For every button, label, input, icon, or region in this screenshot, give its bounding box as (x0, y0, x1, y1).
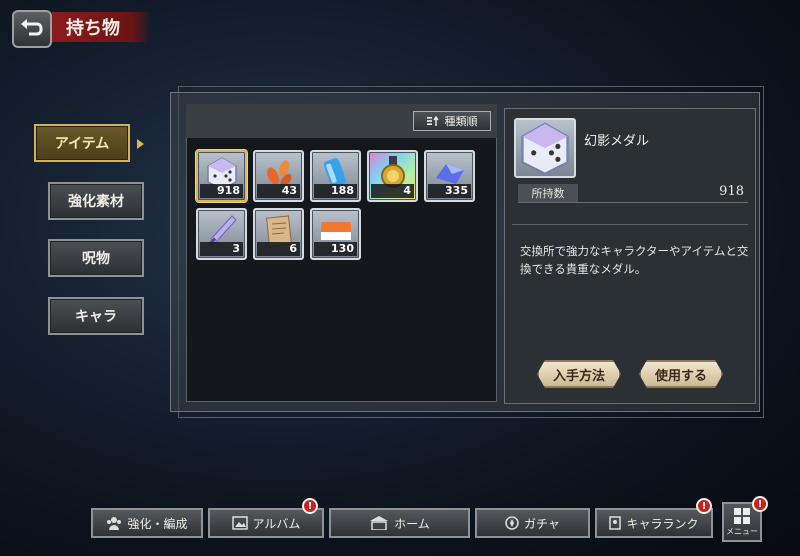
detail-item-icon-frame (514, 118, 576, 178)
inventory-item-blue-crystal[interactable]: 335 (424, 150, 475, 202)
use-button[interactable]: 使用する (639, 360, 723, 388)
album-icon (231, 516, 248, 530)
tab-enhance-materials[interactable]: 強化素材 (48, 182, 144, 220)
nav-label: アルバム (252, 516, 301, 531)
sort-icon (426, 116, 439, 126)
tab-cursed-items[interactable]: 呪物 (48, 239, 144, 277)
inventory-item-phantom-medal[interactable]: 918 (196, 150, 247, 202)
item-count: 6 (257, 242, 300, 256)
tab-items[interactable]: アイテム (34, 124, 130, 162)
active-tab-arrow-icon (137, 139, 144, 149)
tab-label: アイテム (54, 136, 110, 152)
badge-text: ! (307, 500, 313, 512)
tab-characters[interactable]: キャラ (48, 297, 144, 335)
item-count: 43 (257, 184, 300, 198)
nav-label: ガチャ (524, 516, 560, 531)
quantity-value: 918 (719, 184, 744, 199)
inventory-item-gold-medal[interactable]: 4 (367, 150, 418, 202)
back-button[interactable] (12, 10, 52, 48)
inventory-item-old-scroll[interactable]: 6 (253, 208, 304, 260)
album-notification-badge: ! (302, 498, 318, 514)
nav-label: キャラランク (626, 516, 699, 531)
nav-label: 強化・編成 (127, 516, 188, 531)
item-count: 4 (371, 184, 414, 198)
nav-character-rank[interactable]: キャラランク (595, 508, 713, 538)
detail-item-name: 幻影メダル (584, 134, 650, 149)
character-rank-notification-badge: ! (696, 498, 712, 514)
inventory-item-blue-canister[interactable]: 188 (310, 150, 361, 202)
tab-label: キャラ (75, 309, 117, 325)
detail-divider (512, 224, 748, 225)
quantity-label: 所持数 (518, 184, 578, 202)
nav-gacha[interactable]: ガチャ (475, 508, 590, 538)
badge-text: ! (701, 500, 707, 512)
tab-label: 強化素材 (68, 194, 124, 210)
party-icon (107, 517, 122, 530)
inventory-item-orange-leaves[interactable]: 43 (253, 150, 304, 202)
obtain-method-button[interactable]: 入手方法 (537, 360, 621, 388)
item-count: 3 (200, 242, 243, 256)
home-icon (370, 516, 389, 530)
nav-label: ホーム (394, 516, 430, 531)
tab-label: 呪物 (82, 251, 110, 267)
menu-notification-badge: ! (752, 496, 768, 512)
gacha-icon (505, 516, 519, 530)
nav-enhance-formation[interactable]: 強化・編成 (91, 508, 203, 538)
inventory-item-crystal-sword[interactable]: 3 (196, 208, 247, 260)
item-description: 交換所で強力なキャラクターやアイテムと交換できる貴重なメダル。 (520, 244, 749, 276)
item-count: 130 (314, 242, 357, 256)
menu-grid-icon (734, 508, 750, 524)
sort-label: 種類順 (444, 115, 478, 128)
phantom-medal-icon (521, 122, 569, 176)
use-label: 使用する (654, 368, 707, 384)
inventory-item-orange-ticket[interactable]: 130 (310, 208, 361, 260)
back-arrow-icon (21, 19, 43, 36)
item-count: 918 (200, 184, 243, 198)
badge-text: ! (757, 498, 763, 510)
character-rank-icon (609, 516, 622, 530)
menu-label: メニュー (726, 527, 758, 536)
obtain-method-label: 入手方法 (552, 368, 605, 384)
sort-button[interactable]: 種類順 (413, 111, 491, 131)
item-count: 335 (428, 184, 471, 198)
page-title: 持ち物 (52, 12, 152, 42)
nav-home[interactable]: ホーム (329, 508, 470, 538)
inventory-grid: 918 43 188 4 335 3 6 130 (196, 150, 486, 260)
item-count: 188 (314, 184, 357, 198)
